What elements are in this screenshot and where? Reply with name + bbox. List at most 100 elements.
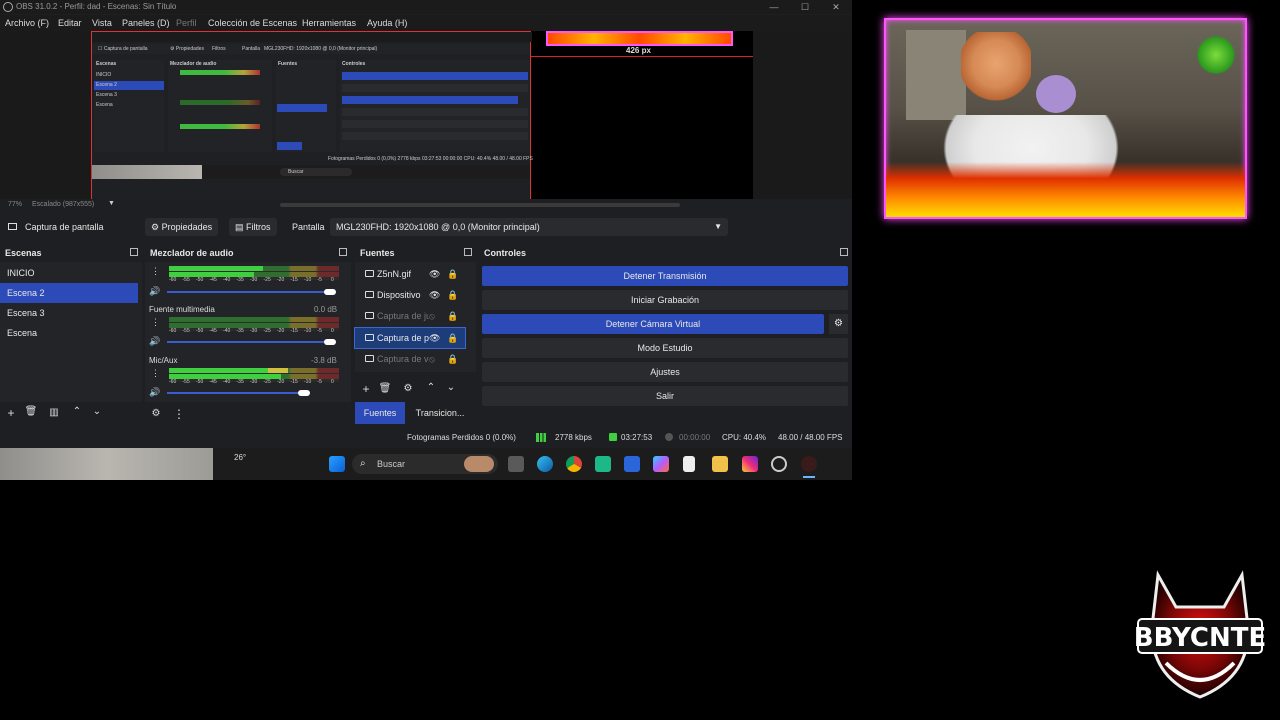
kebab-icon[interactable]: ⋮ — [151, 266, 160, 277]
volume-icon[interactable]: 🔊 — [149, 387, 160, 398]
windows-start-icon[interactable] — [329, 456, 345, 472]
meter-tick-label: -35 — [236, 328, 244, 334]
dock-float-icon[interactable] — [464, 248, 472, 256]
volume-icon[interactable]: 🔊 — [149, 336, 160, 347]
menu-herramientas[interactable]: Herramientas — [302, 18, 356, 28]
volume-icon[interactable]: 🔊 — [149, 286, 160, 297]
menu-editar[interactable]: Editar — [58, 18, 82, 28]
scene-item-escena-3[interactable]: Escena 3 — [0, 303, 138, 323]
source-properties-gear-icon[interactable]: ⚙ — [401, 383, 415, 394]
menu-ayuda[interactable]: Ayuda (H) — [367, 18, 407, 28]
move-down-button[interactable]: ⌄ — [90, 406, 104, 417]
move-down-button[interactable]: ⌄ — [444, 382, 458, 393]
eye-icon[interactable]: 👁 — [429, 285, 440, 305]
source-item[interactable]: Captura de ju ⦸ 🔒 — [355, 306, 465, 326]
menu-archivo[interactable]: Archivo (F) — [5, 18, 49, 28]
nested-screen-capture[interactable]: ☐ Captura de pantalla ⚙ Propiedades Filt… — [91, 31, 533, 211]
volume-slider[interactable] — [167, 392, 307, 394]
dock-float-icon[interactable] — [840, 248, 848, 256]
studio-mode-button[interactable]: Modo Estudio — [482, 338, 848, 358]
dock-float-icon[interactable] — [339, 248, 347, 256]
properties-button[interactable]: ⚙ Propiedades — [145, 218, 219, 236]
filters-button[interactable]: ▤ Filtros — [229, 218, 277, 236]
task-view-icon[interactable] — [508, 456, 524, 472]
maximize-button[interactable]: ☐ — [799, 1, 811, 13]
menu-perfil[interactable]: Perfil — [176, 18, 197, 28]
taskbar-search[interactable]: ⌕ Buscar — [352, 454, 498, 474]
eye-off-icon[interactable]: ⦸ — [429, 306, 435, 326]
tab-fuentes[interactable]: Fuentes — [355, 402, 405, 424]
mixer-title: Mezclador de audio — [150, 248, 234, 258]
mixer-menu-icon[interactable]: ⋮ — [172, 407, 186, 421]
filter-icon: ▤ — [235, 222, 244, 232]
app-green-icon[interactable] — [595, 456, 611, 472]
move-up-button[interactable]: ⌃ — [70, 406, 84, 417]
scene-item-escena-2[interactable]: Escena 2 — [0, 283, 138, 303]
lock-icon[interactable]: 🔒 — [447, 264, 458, 284]
mixer-settings-icon[interactable]: ⚙ — [149, 408, 163, 419]
remove-source-button[interactable]: 🗑 — [378, 383, 392, 394]
scene-list: INICIO Escena 2 Escena 3 Escena — [0, 262, 142, 402]
preview-scrollbar[interactable] — [0, 199, 852, 211]
source-item[interactable]: Captura de ve ⦸ 🔒 — [355, 349, 465, 369]
volume-slider-knob[interactable] — [324, 289, 336, 295]
volume-slider[interactable] — [167, 291, 332, 293]
file-explorer-icon[interactable] — [712, 456, 728, 472]
move-up-button[interactable]: ⌃ — [424, 382, 438, 393]
stop-virtual-camera-button[interactable]: Detener Cámara Virtual — [482, 314, 824, 334]
eye-icon[interactable]: 👁 — [429, 328, 440, 348]
lock-icon[interactable]: 🔒 — [447, 306, 458, 326]
source-item-selected[interactable]: Captura de p 👁 🔒 — [354, 327, 466, 349]
menu-vista[interactable]: Vista — [92, 18, 112, 28]
display-select[interactable]: MGL230FHD: 1920x1080 @ 0,0 (Monitor prin… — [330, 218, 728, 236]
copilot-icon[interactable] — [653, 456, 669, 472]
stop-streaming-button[interactable]: Detener Transmisión — [482, 266, 848, 286]
menu-paneles[interactable]: Paneles (D) — [122, 18, 170, 28]
close-button[interactable]: ✕ — [830, 1, 842, 13]
remove-scene-button[interactable]: 🗑 — [24, 406, 38, 417]
weather-label: 26° — [234, 453, 247, 462]
active-indicator — [803, 476, 815, 478]
scrollbar-thumb[interactable] — [280, 203, 680, 207]
settings-button[interactable]: Ajustes — [482, 362, 848, 382]
add-source-button[interactable]: + — [359, 382, 373, 396]
meter-tick-label: -35 — [236, 277, 244, 283]
kebab-icon[interactable]: ⋮ — [151, 317, 160, 328]
source-item[interactable]: Z5nN.gif 👁 🔒 — [355, 264, 465, 284]
scale-label[interactable]: Escalado (987x555) — [32, 201, 94, 208]
scene-filters-button[interactable]: ▥ — [47, 407, 61, 418]
webcam-source-thumb[interactable] — [546, 31, 733, 46]
obs-taskbar-icon[interactable] — [771, 456, 787, 472]
scene-item-inicio[interactable]: INICIO — [0, 263, 138, 283]
scene-item-escena[interactable]: Escena — [0, 323, 138, 343]
edge-icon[interactable] — [537, 456, 553, 472]
tab-transiciones[interactable]: Transicion... — [407, 402, 473, 424]
eye-off-icon[interactable]: ⦸ — [429, 349, 435, 369]
exit-button[interactable]: Salir — [482, 386, 848, 406]
lock-icon[interactable]: 🔒 — [447, 349, 458, 369]
dock-float-icon[interactable] — [130, 248, 138, 256]
app-red-icon[interactable] — [801, 456, 817, 472]
chrome-icon[interactable] — [566, 456, 582, 472]
mail-icon[interactable] — [624, 456, 640, 472]
lock-icon[interactable]: 🔒 — [447, 285, 458, 305]
notepad-icon[interactable] — [683, 456, 695, 472]
eye-icon[interactable]: 👁 — [429, 264, 440, 284]
preview-area[interactable]: 426 px ☐ Captura de pantalla ⚙ Propiedad… — [0, 31, 852, 211]
add-scene-button[interactable]: + — [4, 406, 18, 420]
headphones — [1036, 75, 1076, 113]
volume-slider[interactable] — [167, 341, 332, 343]
kebab-icon[interactable]: ⋮ — [151, 368, 160, 379]
virtual-camera-settings-gear-icon[interactable]: ⚙ — [829, 314, 848, 334]
volume-slider-knob[interactable] — [324, 339, 336, 345]
source-item[interactable]: Dispositivo 👁 🔒 — [355, 285, 465, 305]
lock-icon[interactable]: 🔒 — [447, 328, 458, 348]
instagram-icon[interactable] — [742, 456, 758, 472]
gamepad-icon — [365, 312, 374, 319]
volume-slider-knob[interactable] — [298, 390, 310, 396]
nested-search: Buscar — [288, 169, 304, 175]
scale-chevron-icon[interactable]: ▼ — [108, 200, 115, 207]
minimize-button[interactable]: — — [768, 1, 780, 13]
start-recording-button[interactable]: Iniciar Grabación — [482, 290, 848, 310]
menu-coleccion[interactable]: Colección de Escenas — [208, 18, 297, 28]
